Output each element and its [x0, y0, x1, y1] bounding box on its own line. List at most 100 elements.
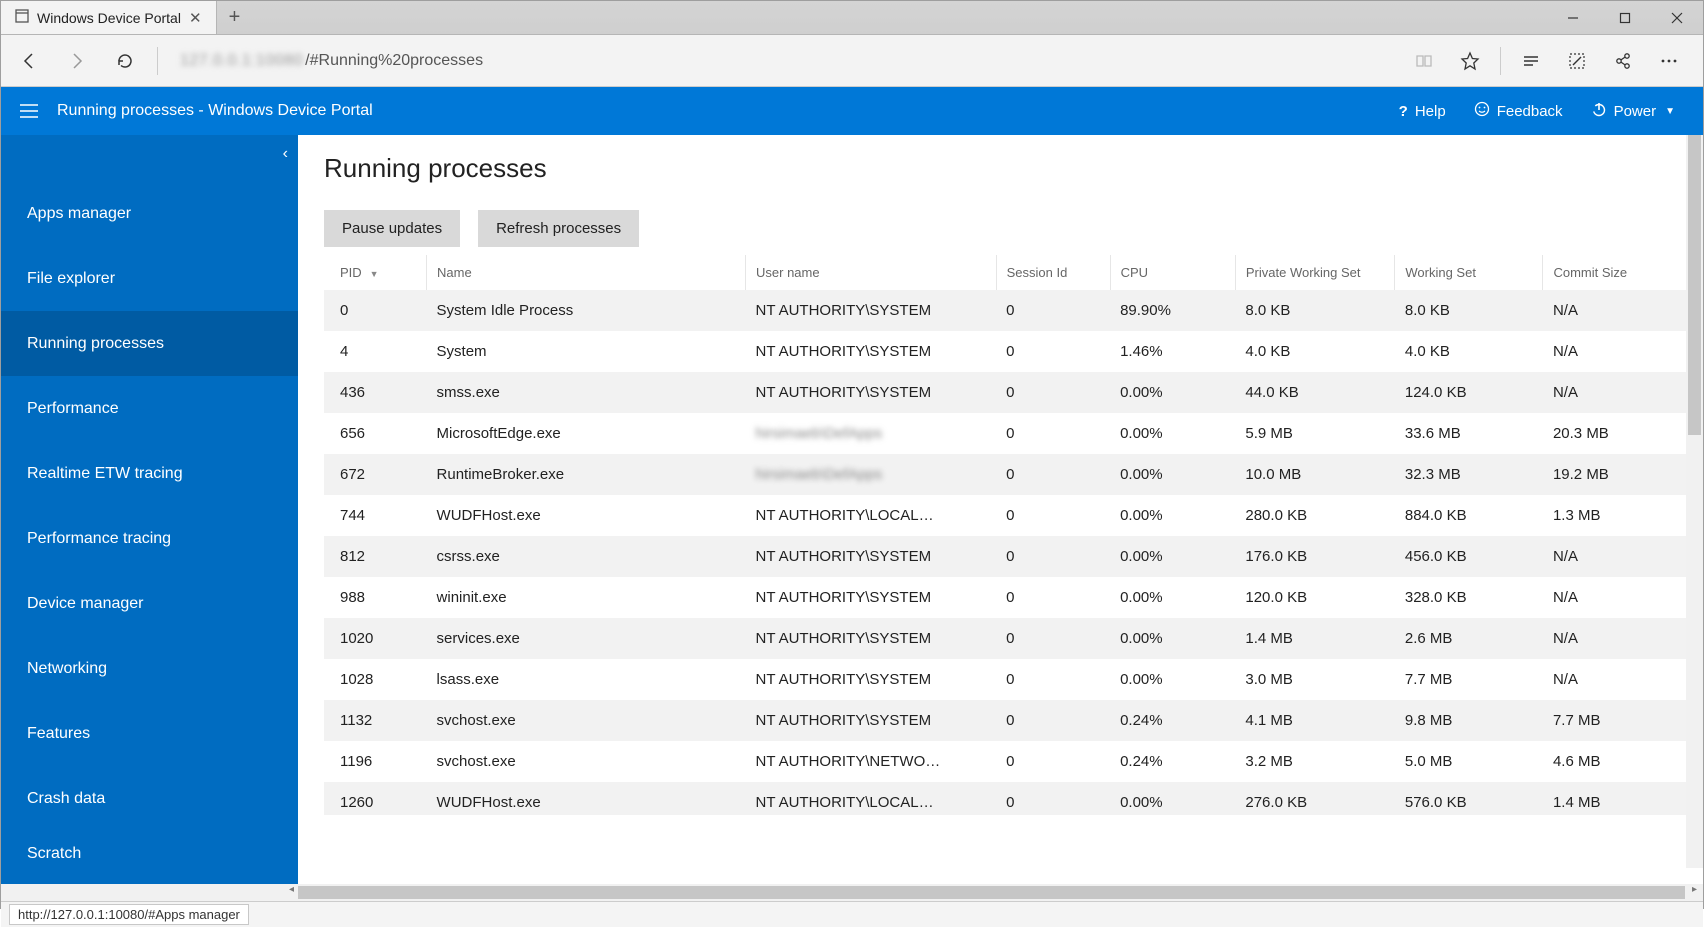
window-close-button[interactable] [1651, 1, 1703, 34]
browser-toolbar: 127.0.0.1:10080 /#Running%20processes [1, 35, 1703, 87]
browser-tab[interactable]: Windows Device Portal ✕ [1, 1, 217, 34]
cell: NT AUTHORITY\SYSTEM [746, 577, 997, 618]
cell: 812 [324, 536, 427, 577]
url-path: /#Running%20processes [305, 52, 483, 70]
cell: 0 [996, 413, 1110, 454]
favorite-star-icon[interactable] [1448, 39, 1492, 83]
nav-forward-button[interactable] [55, 39, 99, 83]
cell: 1020 [324, 618, 427, 659]
sidebar-item-realtime-etw-tracing[interactable]: Realtime ETW tracing [1, 441, 298, 506]
table-row[interactable]: 1260WUDFHost.exeNT AUTHORITY\LOCAL…00.00… [324, 782, 1703, 815]
url-bar[interactable]: 127.0.0.1:10080 /#Running%20processes [168, 43, 1398, 79]
column-header-cpu[interactable]: CPU [1110, 255, 1235, 290]
more-icon[interactable] [1647, 39, 1691, 83]
column-header-private-working-set[interactable]: Private Working Set [1235, 255, 1394, 290]
cell: 20.3 MB [1543, 413, 1703, 454]
scroll-right-icon[interactable]: ▸ [1686, 884, 1703, 895]
column-header-pid[interactable]: PID▼ [324, 255, 427, 290]
reading-view-icon[interactable] [1402, 39, 1446, 83]
cell: 0.00% [1110, 618, 1235, 659]
sidebar-item-crash-data[interactable]: Crash data [1, 766, 298, 831]
cell: 0.00% [1110, 536, 1235, 577]
cell: 0.00% [1110, 495, 1235, 536]
column-header-working-set[interactable]: Working Set [1395, 255, 1543, 290]
content-area: Running processes Pause updates Refresh … [298, 135, 1703, 884]
sidebar-item-networking[interactable]: Networking [1, 636, 298, 701]
column-header-commit-size[interactable]: Commit Size [1543, 255, 1703, 290]
share-icon[interactable] [1601, 39, 1645, 83]
cell: NT AUTHORITY\SYSTEM [746, 372, 997, 413]
table-row[interactable]: 1020services.exeNT AUTHORITY\SYSTEM00.00… [324, 618, 1703, 659]
cell: 672 [324, 454, 427, 495]
table-row[interactable]: 744WUDFHost.exeNT AUTHORITY\LOCAL…00.00%… [324, 495, 1703, 536]
nav-refresh-button[interactable] [103, 39, 147, 83]
table-row[interactable]: 1196svchost.exeNT AUTHORITY\NETWO…00.24%… [324, 741, 1703, 782]
url-host-blurred: 127.0.0.1:10080 [180, 52, 303, 70]
sidebar-item-scratch[interactable]: Scratch [1, 831, 298, 879]
help-label: Help [1415, 103, 1446, 120]
sidebar-item-running-processes[interactable]: Running processes [1, 311, 298, 376]
sidebar-item-performance[interactable]: Performance [1, 376, 298, 441]
cell: 176.0 KB [1235, 536, 1394, 577]
scroll-thumb[interactable] [1688, 135, 1701, 435]
cell: 44.0 KB [1235, 372, 1394, 413]
table-row[interactable]: 4SystemNT AUTHORITY\SYSTEM01.46%4.0 KB4.… [324, 331, 1703, 372]
feedback-label: Feedback [1497, 103, 1563, 120]
vertical-scrollbar[interactable] [1686, 135, 1703, 868]
table-row[interactable]: 436smss.exeNT AUTHORITY\SYSTEM00.00%44.0… [324, 372, 1703, 413]
cell: NT AUTHORITY\LOCAL… [746, 782, 997, 815]
caret-down-icon: ▼ [1665, 106, 1675, 117]
new-tab-button[interactable]: + [217, 1, 253, 34]
scroll-thumb[interactable] [298, 886, 1685, 899]
cell: System Idle Process [427, 290, 746, 331]
column-header-user-name[interactable]: User name [746, 255, 997, 290]
cell: N/A [1543, 577, 1703, 618]
table-row[interactable]: 0System Idle ProcessNT AUTHORITY\SYSTEM0… [324, 290, 1703, 331]
cell: 328.0 KB [1395, 577, 1543, 618]
help-link[interactable]: ? Help [1385, 87, 1460, 135]
cell: hirsimaeb\DefApps [746, 413, 997, 454]
close-tab-icon[interactable]: ✕ [189, 9, 202, 27]
table-row[interactable]: 672RuntimeBroker.exehirsimaeb\DefApps00.… [324, 454, 1703, 495]
hamburger-menu-icon[interactable] [15, 97, 43, 125]
cell: 10.0 MB [1235, 454, 1394, 495]
cell: csrss.exe [427, 536, 746, 577]
cell: 1196 [324, 741, 427, 782]
cell: WUDFHost.exe [427, 782, 746, 815]
browser-titlebar: Windows Device Portal ✕ + [1, 1, 1703, 35]
cell: 7.7 MB [1395, 659, 1543, 700]
window-maximize-button[interactable] [1599, 1, 1651, 34]
status-url: http://127.0.0.1:10080/#Apps manager [9, 904, 249, 925]
sidebar-item-features[interactable]: Features [1, 701, 298, 766]
window-minimize-button[interactable] [1547, 1, 1599, 34]
table-row[interactable]: 1132svchost.exeNT AUTHORITY\SYSTEM00.24%… [324, 700, 1703, 741]
cell: 4 [324, 331, 427, 372]
sidebar-item-device-manager[interactable]: Device manager [1, 571, 298, 636]
tab-title: Windows Device Portal [37, 10, 181, 26]
refresh-processes-button[interactable]: Refresh processes [478, 210, 639, 247]
sidebar-collapse-icon[interactable]: ‹ [283, 145, 288, 163]
sidebar-item-file-explorer[interactable]: File explorer [1, 246, 298, 311]
horizontal-scrollbar[interactable]: ◂▸ [1, 884, 1703, 901]
cell: 1.4 MB [1235, 618, 1394, 659]
column-header-session-id[interactable]: Session Id [996, 255, 1110, 290]
webnote-icon[interactable] [1555, 39, 1599, 83]
table-row[interactable]: 656MicrosoftEdge.exehirsimaeb\DefApps00.… [324, 413, 1703, 454]
toolbar-divider [157, 47, 158, 75]
cell: 436 [324, 372, 427, 413]
hub-icon[interactable] [1509, 39, 1553, 83]
column-header-name[interactable]: Name [427, 255, 746, 290]
table-row[interactable]: 1028lsass.exeNT AUTHORITY\SYSTEM00.00%3.… [324, 659, 1703, 700]
sidebar-item-performance-tracing[interactable]: Performance tracing [1, 506, 298, 571]
cell: 9.8 MB [1395, 700, 1543, 741]
cell: 0 [996, 782, 1110, 815]
cell: N/A [1543, 290, 1703, 331]
table-row[interactable]: 988wininit.exeNT AUTHORITY\SYSTEM00.00%1… [324, 577, 1703, 618]
power-menu[interactable]: Power ▼ [1577, 87, 1689, 135]
sidebar-item-apps-manager[interactable]: Apps manager [1, 181, 298, 246]
pause-updates-button[interactable]: Pause updates [324, 210, 460, 247]
feedback-link[interactable]: Feedback [1460, 87, 1577, 135]
question-icon: ? [1399, 103, 1408, 120]
nav-back-button[interactable] [7, 39, 51, 83]
table-row[interactable]: 812csrss.exeNT AUTHORITY\SYSTEM00.00%176… [324, 536, 1703, 577]
